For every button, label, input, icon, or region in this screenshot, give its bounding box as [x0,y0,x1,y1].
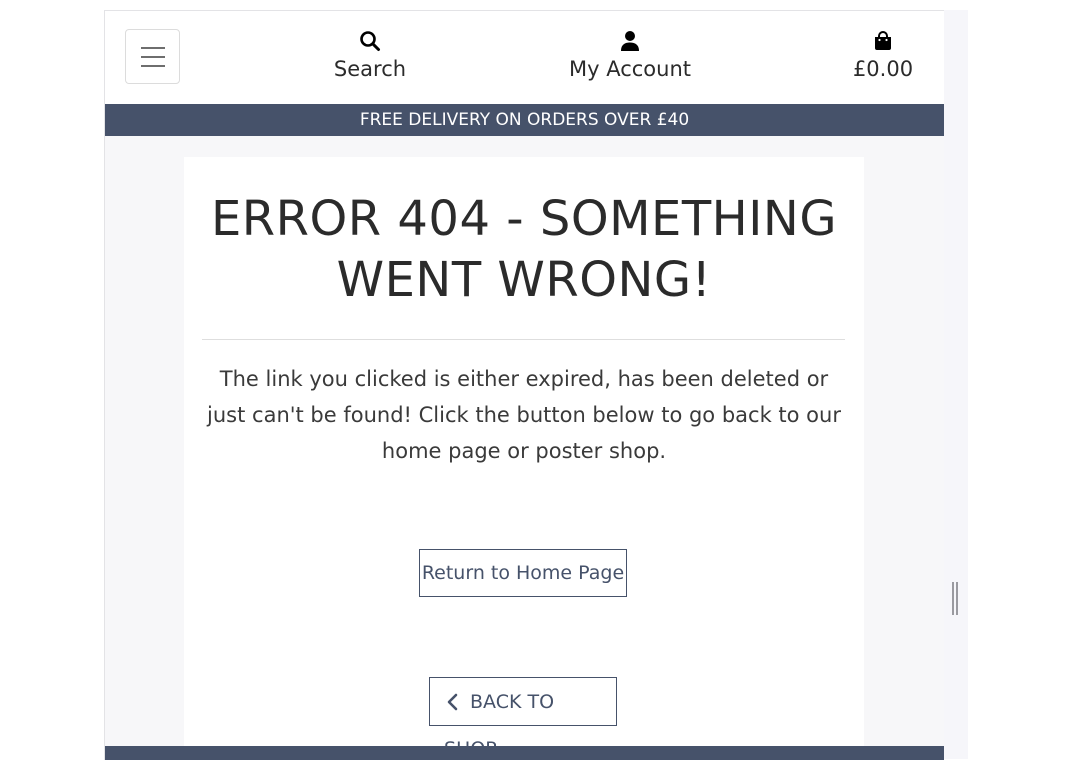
return-home-label: Return to Home Page [421,562,625,584]
page-frame: Search My Account £0.00 FREE DELIVERY ON… [104,10,944,760]
error-card: ERROR 404 - SOMETHING WENT WRONG! The li… [184,157,864,760]
divider [202,339,845,340]
nav-search-label: Search [333,57,407,81]
delivery-banner: FREE DELIVERY ON ORDERS OVER £40 [105,104,944,136]
nav-account-link[interactable]: My Account [555,29,705,81]
nav-bag-link[interactable]: £0.00 [833,29,933,81]
top-navbar: Search My Account £0.00 [105,11,944,104]
footer [105,746,944,760]
error-title: ERROR 404 - SOMETHING WENT WRONG! [210,191,838,308]
nav-account-label: My Account [568,57,691,81]
resize-handle[interactable] [952,582,959,615]
search-icon [360,31,380,51]
browser-side-panel [943,10,968,759]
return-home-button[interactable]: Return to Home Page [419,549,627,597]
delivery-banner-text: FREE DELIVERY ON ORDERS OVER £40 [359,110,690,130]
shopping-bag-icon [875,31,891,50]
bag-total: £0.00 [852,57,914,81]
chevron-left-icon [447,693,458,711]
back-to-shop-button[interactable]: BACK TO SHOP [429,677,617,760]
menu-toggle-button[interactable] [125,29,180,84]
nav-search-link[interactable]: Search [320,29,420,81]
error-message: The link you clicked is either expired, … [207,367,841,463]
user-icon [621,31,639,51]
menu-icon [141,47,165,49]
